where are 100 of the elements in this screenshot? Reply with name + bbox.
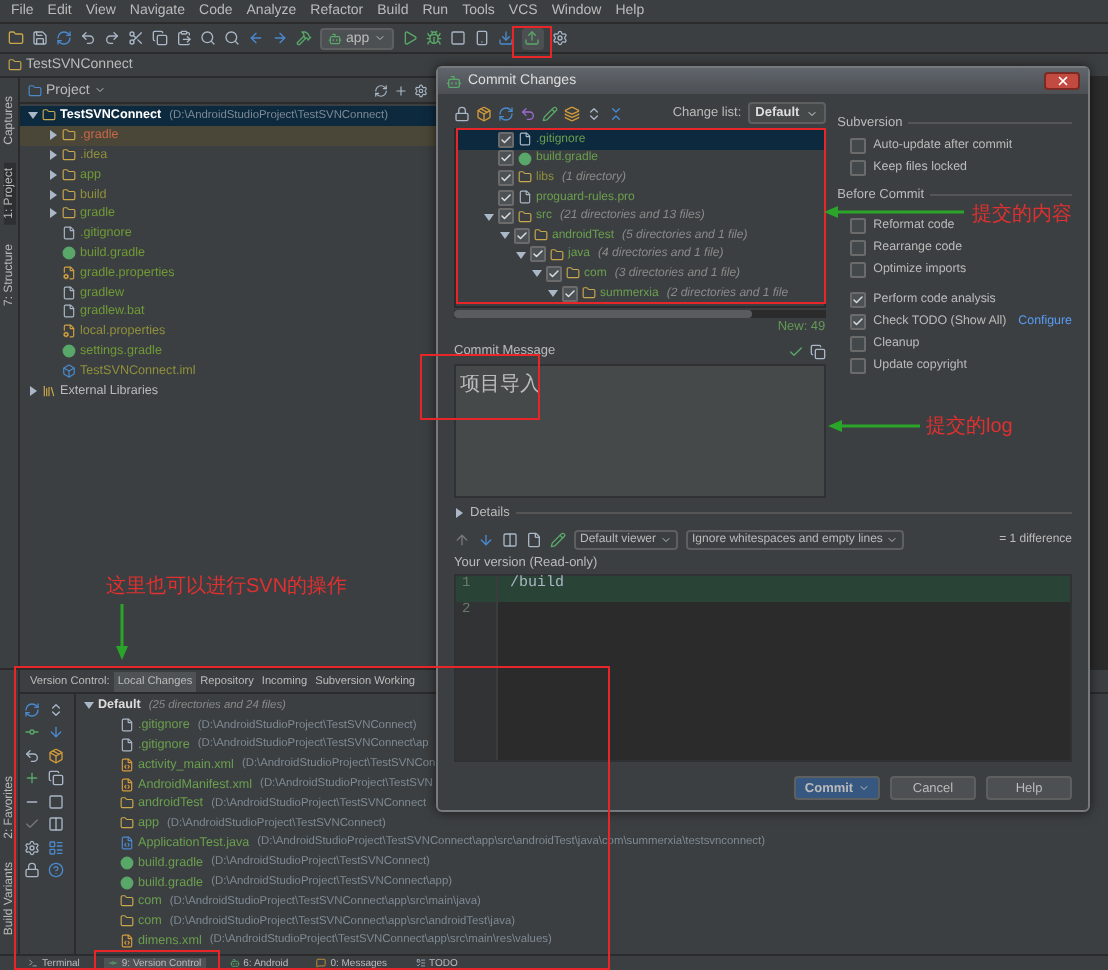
settings-icon[interactable] [24,839,40,856]
paste-icon[interactable] [176,30,192,46]
file-icon [62,226,76,241]
refresh-icon[interactable] [24,701,40,718]
robot-icon [328,31,342,45]
triangle-down-icon[interactable] [548,288,558,299]
robot-icon [446,73,462,89]
triangle-right-icon[interactable] [48,149,58,160]
collapse-all-icon[interactable] [608,105,624,121]
checkbox[interactable] [498,131,514,148]
triangle-right-icon[interactable] [48,208,58,219]
expand-all-icon[interactable] [48,701,64,718]
annotation-box [512,26,552,58]
edit-icon[interactable] [550,531,566,547]
settings-icon[interactable] [414,83,428,97]
annotation-text: 提交的log [926,413,1013,440]
triangle-right-icon[interactable] [48,130,58,141]
circle-icon [62,245,76,260]
commit-button[interactable] [521,27,544,49]
folder-icon [62,187,76,202]
help-icon[interactable] [48,862,64,879]
triangle-down-icon[interactable] [500,230,510,241]
triangle-right-icon[interactable] [48,189,58,200]
triangle-down-icon[interactable] [516,249,526,260]
checkbox[interactable] [849,239,866,255]
lock-icon[interactable] [24,862,40,879]
edit-icon[interactable] [542,105,558,121]
checkbox[interactable] [849,335,866,351]
checkbox[interactable] [849,357,866,373]
checkbox[interactable] [498,169,514,186]
copy-icon[interactable] [152,30,168,46]
list-icon[interactable] [48,839,64,856]
file-icon[interactable] [526,531,542,547]
copy-icon[interactable] [809,343,826,359]
run-icon[interactable] [401,30,418,46]
undo-icon[interactable] [80,30,96,46]
checkbox[interactable] [498,150,514,167]
settings-icon[interactable] [551,30,568,46]
checkbox[interactable] [562,285,578,302]
redo-icon[interactable] [104,30,120,46]
save-icon[interactable] [32,30,48,46]
plus-icon[interactable] [24,770,40,787]
sync-icon[interactable] [56,30,72,46]
checkbox[interactable] [849,261,866,277]
terminal-icon [28,958,38,968]
columns-icon[interactable] [502,531,518,547]
checkbox[interactable] [498,189,514,206]
build-icon[interactable] [296,30,312,46]
stop-icon[interactable] [449,30,466,46]
file-icon [120,737,134,752]
columns-icon[interactable] [48,816,64,833]
triangle-down-icon[interactable] [28,110,38,121]
expand-all-icon[interactable] [586,105,602,121]
check-icon[interactable] [787,343,804,359]
triangle-right-icon[interactable] [454,507,464,517]
folder-icon[interactable] [8,30,24,46]
arrow-down-icon[interactable] [478,531,494,547]
checkbox[interactable] [498,208,514,225]
plus-icon[interactable] [394,83,408,97]
folder-icon [550,247,564,262]
triangle-right-icon[interactable] [48,169,58,180]
checkbox[interactable] [849,291,866,307]
checkbox[interactable] [849,137,866,153]
caret-icon [805,107,818,119]
settings-file-icon [62,265,76,280]
annotation-text: 这里也可以进行SVN的操作 [106,573,348,600]
commit-message-field[interactable]: 项目导入 [454,364,826,498]
lock-icon[interactable] [454,105,470,121]
arrow [828,420,920,432]
package-icon[interactable] [476,105,492,121]
square-icon[interactable] [48,793,64,810]
triangle-down-icon[interactable] [532,268,542,279]
undo-icon[interactable] [24,747,40,764]
copy-icon[interactable] [48,770,64,787]
undo-icon[interactable] [520,105,536,121]
checkbox[interactable] [546,265,562,282]
settings-file-icon [62,324,76,339]
file-icon [120,718,134,733]
code-file-icon [120,835,134,850]
checkbox[interactable] [849,313,866,329]
checkbox[interactable] [849,217,866,233]
forward-icon[interactable] [272,30,288,46]
back-icon[interactable] [248,30,264,46]
checkbox[interactable] [530,246,546,263]
triangle-down-icon[interactable] [84,700,94,711]
close-button[interactable] [1044,72,1080,90]
update-icon[interactable] [497,30,514,46]
code-file-icon [120,757,134,772]
debug-icon[interactable] [425,30,442,46]
checkbox[interactable] [514,227,530,244]
search-icon[interactable] [200,30,216,46]
checkbox[interactable] [849,159,866,175]
triangle-down-icon[interactable] [484,211,494,222]
check-icon[interactable] [24,816,40,833]
device-icon[interactable] [473,30,490,46]
commit-icon[interactable] [24,724,40,741]
package-icon[interactable] [48,747,64,764]
triangle-right-icon[interactable] [28,385,38,396]
cut-icon[interactable] [128,30,144,46]
refresh-icon[interactable] [498,105,514,121]
